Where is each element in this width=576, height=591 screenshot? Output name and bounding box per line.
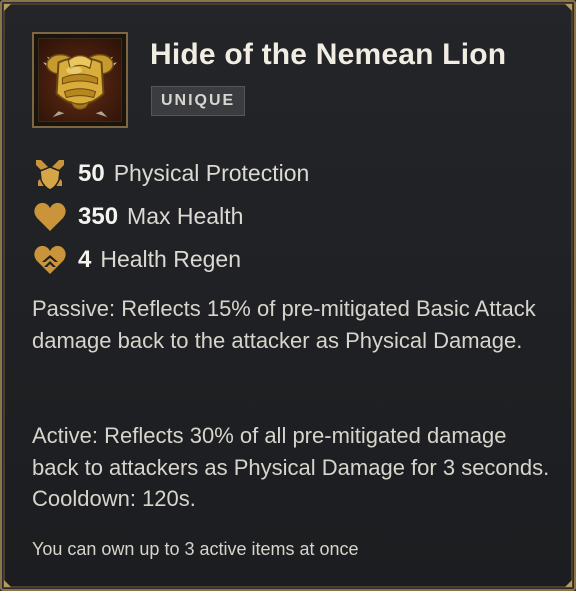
- corner-ornament: [565, 4, 572, 11]
- golden-armor-icon: [38, 38, 122, 122]
- item-icon-frame: [32, 32, 128, 128]
- passive-description: Passive: Reflects 15% of pre-mitigated B…: [32, 296, 536, 353]
- corner-ornament: [565, 580, 572, 587]
- rarity-badge: UNIQUE: [151, 86, 246, 116]
- stat-value: 4: [78, 245, 92, 273]
- heart-regen-icon: [32, 242, 68, 278]
- stats-list: 50 Physical Protection 350 Max Health 4 …: [32, 152, 309, 281]
- stat-row-physical-protection: 50 Physical Protection: [32, 152, 309, 195]
- active-items-note: You can own up to 3 active items at once: [32, 539, 359, 559]
- item-title: Hide of the Nemean Lion: [150, 38, 507, 71]
- stat-label: Max Health: [127, 203, 244, 229]
- stat-row-max-health: 350 Max Health: [32, 195, 309, 238]
- stat-label: Health Regen: [100, 246, 242, 272]
- stat-row-health-regen: 4 Health Regen: [32, 238, 309, 281]
- stat-value: 50: [78, 159, 105, 187]
- stat-value: 350: [78, 202, 119, 230]
- stat-label: Physical Protection: [113, 160, 310, 186]
- heart-icon: [32, 199, 68, 235]
- corner-ornament: [4, 580, 11, 587]
- item-tooltip: Hide of the Nemean Lion UNIQUE 50 Physic…: [0, 0, 576, 591]
- crossed-swords-shield-icon: [32, 156, 68, 192]
- corner-ornament: [4, 4, 11, 11]
- active-description: Active: Reflects 30% of all pre-mitigate…: [32, 423, 550, 511]
